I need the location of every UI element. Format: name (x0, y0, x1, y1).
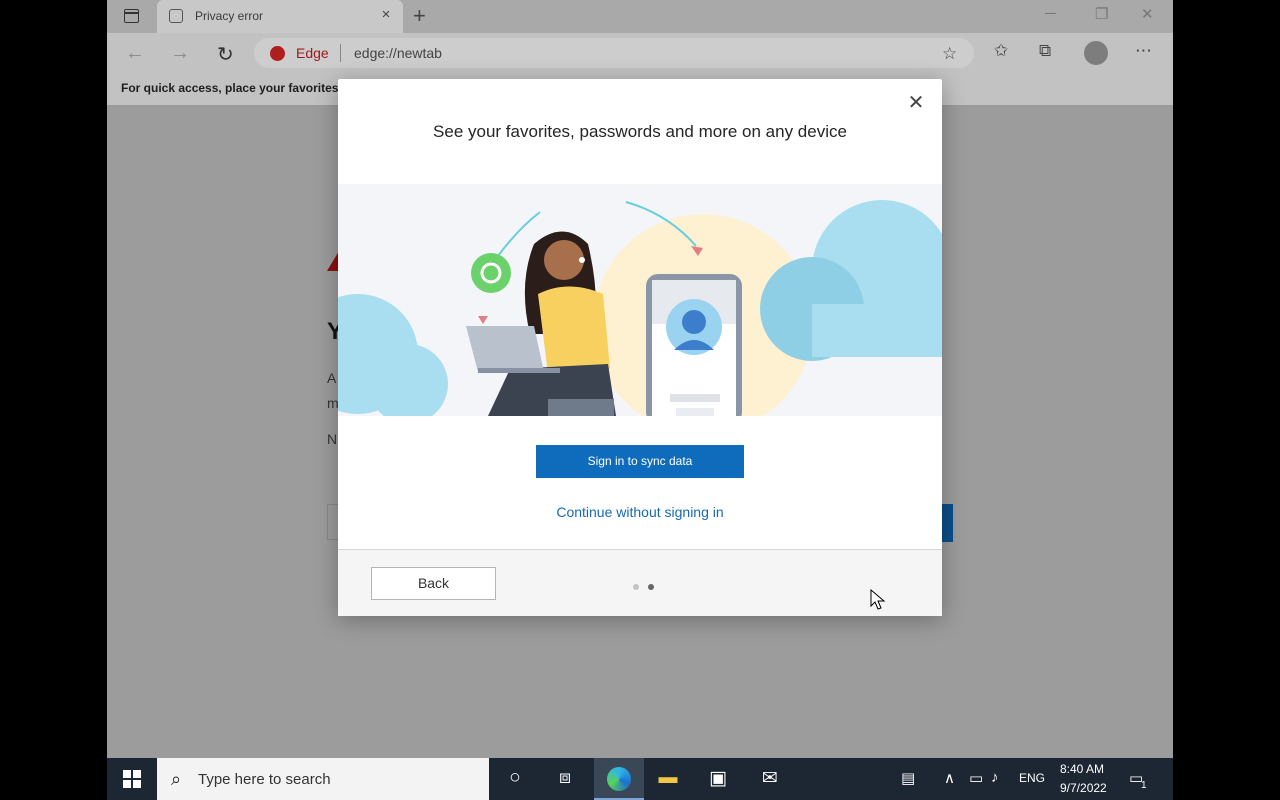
store-icon[interactable]: ▣ (705, 767, 731, 790)
sidebar-toggle-icon[interactable] (124, 9, 139, 23)
edge-icon[interactable] (607, 767, 631, 791)
profile-icon[interactable] (1084, 41, 1108, 65)
tab-privacy-error[interactable]: Privacy error × (157, 0, 403, 33)
sync-dialog: ✕ See your favorites, passwords and more… (338, 79, 942, 616)
forward-icon[interactable]: → (170, 42, 190, 65)
search-icon: ⌕ (171, 769, 182, 789)
address-bar[interactable]: Edge edge://newtab ☆ (254, 38, 974, 68)
address-url[interactable]: edge://newtab (354, 45, 442, 61)
tab-close-button[interactable]: × (377, 6, 395, 23)
more-icon[interactable]: ⋯ (1135, 41, 1152, 61)
notification-count: 1 (1141, 780, 1147, 791)
sync-illustration (338, 184, 942, 416)
minimize-button[interactable]: ─ (1045, 5, 1056, 22)
collections-icon[interactable]: ⧉ (1039, 41, 1051, 61)
toolbar: ← → ↻ Edge edge://newtab ☆ ✩ ⧉ ⋯ (107, 33, 1173, 73)
tab-bar: Privacy error × + ─ ❐ ✕ (107, 0, 1173, 33)
pager-dot-1 (633, 584, 639, 590)
page-favicon-icon (169, 9, 183, 23)
mail-icon[interactable]: ✉ (757, 767, 783, 790)
mouse-cursor (870, 589, 886, 610)
news-icon[interactable]: ▤ (901, 769, 915, 787)
close-window-button[interactable]: ✕ (1141, 5, 1154, 23)
back-button[interactable]: Back (371, 567, 496, 600)
address-separator (340, 44, 341, 62)
dialog-title: See your favorites, passwords and more o… (433, 122, 847, 141)
taskbar: ⌕ Type here to search ○ ⧈ ▬ ▣ ✉ ▤ ∧ ▭ ♪ … (107, 758, 1173, 800)
volume-icon[interactable]: ♪ (991, 769, 999, 786)
back-icon[interactable]: ← (125, 42, 145, 65)
chevron-up-icon[interactable]: ∧ (944, 769, 955, 787)
cortana-icon[interactable]: ○ (502, 767, 528, 789)
pager-dot-2-active (648, 584, 654, 590)
add-favorite-icon[interactable]: ☆ (942, 44, 957, 64)
favorites-bar-hint: For quick access, place your favorites h (121, 81, 350, 95)
address-brand: Edge (296, 45, 329, 61)
taskbar-search-box[interactable]: ⌕ Type here to search (157, 758, 489, 800)
network-icon[interactable]: ▭ (969, 769, 983, 787)
clock-time[interactable]: 8:40 AM (1060, 762, 1104, 776)
windows-start-icon[interactable] (123, 770, 141, 788)
page-text-line: m (327, 395, 339, 411)
illustration-graphic (338, 200, 942, 416)
refresh-icon[interactable]: ↻ (217, 42, 234, 67)
search-placeholder: Type here to search (198, 771, 331, 788)
tab-title: Privacy error (195, 9, 264, 23)
page-text-line: A (327, 370, 337, 386)
language-indicator[interactable]: ENG (1019, 771, 1045, 785)
restore-button[interactable]: ❐ (1095, 5, 1108, 23)
favorites-icon[interactable]: ✩ (994, 41, 1008, 61)
page-text-line: N (327, 431, 338, 447)
task-view-icon[interactable]: ⧈ (552, 767, 578, 789)
cloud-left (338, 294, 448, 416)
edge-logo-icon (270, 46, 285, 61)
clock-date[interactable]: 9/7/2022 (1060, 781, 1107, 795)
cloud-right (760, 200, 942, 361)
close-icon[interactable]: ✕ (904, 91, 928, 115)
dialog-footer: Back (338, 549, 942, 616)
sign-in-button[interactable]: Sign in to sync data (536, 445, 744, 478)
new-tab-button[interactable]: + (413, 3, 426, 29)
continue-without-signin-link[interactable]: Continue without signing in (338, 504, 942, 520)
file-explorer-icon[interactable]: ▬ (655, 767, 681, 789)
go-back-button (941, 504, 953, 542)
